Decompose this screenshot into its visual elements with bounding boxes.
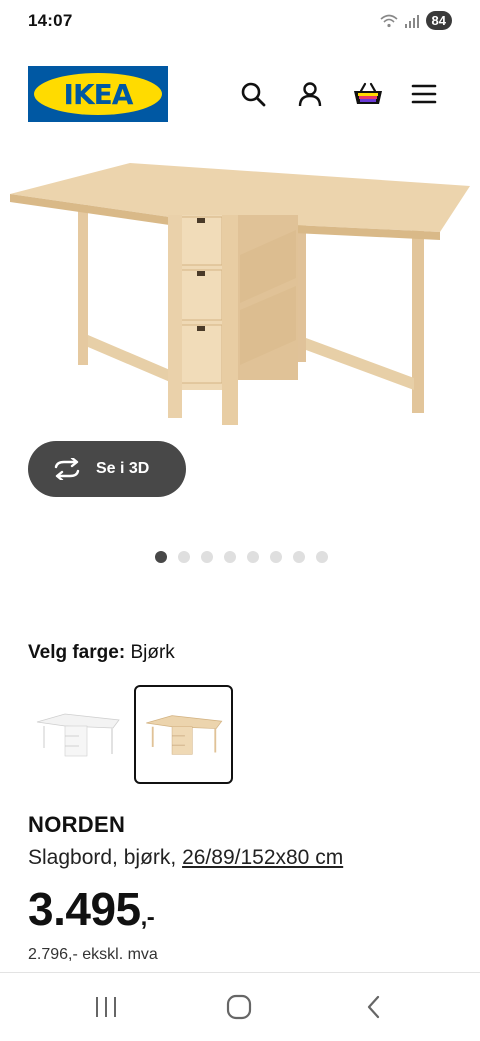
color-swatch-birch[interactable] [134, 685, 233, 784]
gallery-dot[interactable] [293, 551, 305, 563]
product-type: Slagbord, bjørk, [28, 846, 183, 869]
status-time: 14:07 [28, 11, 73, 30]
gallery-dot[interactable] [224, 551, 236, 563]
birch-table-thumbnail [145, 714, 222, 755]
price-excl-vat: 2.796,- ekskl. mva [28, 946, 158, 963]
search-icon[interactable] [239, 80, 267, 108]
color-label-title: Velg farge: [28, 642, 126, 663]
logo-text: IKEA [63, 78, 134, 111]
user-icon[interactable] [296, 80, 324, 108]
system-nav-bar [0, 972, 480, 1041]
signal-icon [404, 14, 419, 28]
status-icons: 84 [380, 11, 452, 30]
gallery-dot[interactable] [270, 551, 282, 563]
rotate-3d-icon [54, 458, 80, 480]
price-suffix: ,- [140, 904, 155, 931]
battery-badge: 84 [425, 11, 452, 30]
ikea-logo[interactable]: IKEA [28, 66, 168, 122]
cart-icon[interactable] [352, 80, 384, 108]
product-name: NORDEN [28, 812, 126, 837]
gallery-dot[interactable] [155, 551, 167, 563]
product-image[interactable] [0, 150, 480, 440]
product-description: Slagbord, bjørk, 26/89/152x80 cm [28, 846, 343, 870]
gallery-dot[interactable] [178, 551, 190, 563]
product-price: 3.495,- [28, 882, 155, 936]
product-dimensions-link[interactable]: 26/89/152x80 cm [182, 846, 343, 869]
view-3d-button[interactable]: Se i 3D [28, 441, 186, 497]
home-icon[interactable] [223, 993, 255, 1021]
back-icon[interactable] [358, 993, 390, 1021]
menu-icon[interactable] [410, 80, 438, 108]
color-label: Velg farge: Bjørk [28, 642, 175, 664]
gallery-dot[interactable] [247, 551, 259, 563]
color-selected-value: Bjørk [130, 642, 175, 663]
gallery-dot[interactable] [316, 551, 328, 563]
wifi-icon [380, 14, 398, 27]
recent-apps-icon[interactable] [90, 993, 122, 1021]
white-table-thumbnail [36, 713, 120, 757]
gallery-pagination[interactable] [155, 551, 328, 563]
color-swatch-white[interactable] [30, 687, 126, 783]
view-3d-label: Se i 3D [96, 460, 150, 477]
gallery-dot[interactable] [201, 551, 213, 563]
price-main: 3.495 [28, 883, 141, 935]
